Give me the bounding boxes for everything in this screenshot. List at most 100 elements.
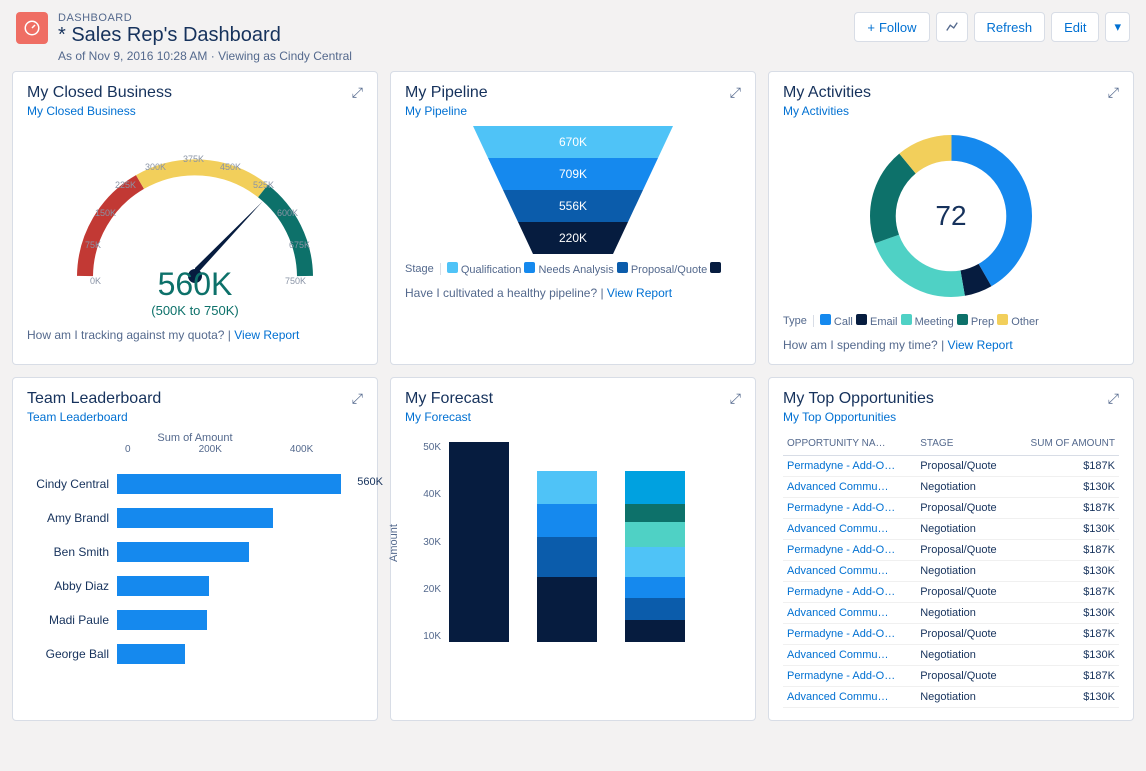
view-report-link[interactable]: View Report — [948, 338, 1013, 352]
table-row[interactable]: Advanced Commu…Negotiation$130K — [783, 645, 1119, 666]
card-title: My Activities — [783, 84, 871, 102]
stack-column — [537, 471, 597, 642]
svg-text:0K: 0K — [90, 276, 101, 286]
hbar-row: Madi Paule — [27, 607, 363, 633]
opp-name-cell[interactable]: Permadyne - Add-O… — [783, 666, 916, 687]
legend-swatch — [820, 314, 831, 325]
table-row[interactable]: Permadyne - Add-O…Proposal/Quote$187K — [783, 582, 1119, 603]
expand-icon[interactable]: ⤢ — [352, 390, 363, 407]
card-subtitle[interactable]: My Forecast — [405, 410, 493, 424]
table-header[interactable]: STAGE — [916, 432, 1013, 456]
edit-button[interactable]: Edit — [1051, 12, 1099, 42]
table-row[interactable]: Advanced Commu…Negotiation$130K — [783, 687, 1119, 708]
legend-label: Stage — [405, 263, 434, 275]
funnel-segment: 670K — [473, 126, 673, 158]
page-title: * Sales Rep's Dashboard — [58, 24, 352, 47]
opp-name-cell[interactable]: Permadyne - Add-O… — [783, 582, 916, 603]
hbar-row: Abby Diaz — [27, 573, 363, 599]
opp-name-cell[interactable]: Permadyne - Add-O… — [783, 456, 916, 477]
card-subtitle[interactable]: My Top Opportunities — [783, 410, 934, 424]
svg-text:600K: 600K — [277, 208, 298, 218]
opp-name-cell[interactable]: Permadyne - Add-O… — [783, 540, 916, 561]
svg-text:150K: 150K — [95, 208, 116, 218]
donut-center-value: 72 — [935, 200, 966, 232]
expand-icon[interactable]: ⤢ — [730, 390, 741, 407]
opp-name-cell[interactable]: Advanced Commu… — [783, 687, 916, 708]
axis-tick: 10K — [405, 631, 441, 642]
amount-cell: $187K — [1013, 498, 1119, 519]
expand-icon[interactable]: ⤢ — [730, 84, 741, 101]
hbar-row: Amy Brandl — [27, 505, 363, 531]
amount-cell: $187K — [1013, 624, 1119, 645]
table-row[interactable]: Advanced Commu…Negotiation$130K — [783, 561, 1119, 582]
axis-tick: 50K — [405, 442, 441, 453]
stage-cell: Negotiation — [916, 561, 1013, 582]
stack-segment — [625, 471, 685, 504]
card-pipeline: My Pipeline My Pipeline ⤢ 670K709K556K22… — [390, 71, 756, 365]
table-row[interactable]: Permadyne - Add-O…Proposal/Quote$187K — [783, 666, 1119, 687]
axis-tick: 400K — [290, 444, 313, 455]
amount-cell: $130K — [1013, 645, 1119, 666]
funnel-segment: 220K — [518, 222, 628, 254]
table-row[interactable]: Permadyne - Add-O…Proposal/Quote$187K — [783, 624, 1119, 645]
legend-item: Call — [834, 316, 853, 328]
expand-icon[interactable]: ⤢ — [1108, 390, 1119, 407]
opp-name-cell[interactable]: Permadyne - Add-O… — [783, 498, 916, 519]
bar-value: 560K — [357, 476, 383, 488]
dashboard-icon — [16, 12, 48, 44]
table-header[interactable]: SUM OF AMOUNT — [1013, 432, 1119, 456]
card-activities: My Activities My Activities ⤢ 72 Type Ca… — [768, 71, 1134, 365]
legend-label: Type — [783, 315, 807, 327]
chart-options-button[interactable] — [936, 12, 968, 42]
hbar-chart: Sum of Amount 0200K400K Cindy Central560… — [27, 432, 363, 667]
opp-name-cell[interactable]: Advanced Commu… — [783, 477, 916, 498]
table-row[interactable]: Advanced Commu…Negotiation$130K — [783, 477, 1119, 498]
expand-icon[interactable]: ⤢ — [352, 84, 363, 101]
stack-segment — [625, 598, 685, 620]
hbar-bar: 560K — [117, 474, 341, 494]
stack-segment — [625, 577, 685, 599]
card-title: My Forecast — [405, 390, 493, 408]
funnel-segment: 709K — [488, 158, 658, 190]
gauge-range: (500K to 750K) — [151, 303, 238, 318]
card-subtitle[interactable]: My Closed Business — [27, 104, 172, 118]
opp-name-cell[interactable]: Advanced Commu… — [783, 561, 916, 582]
view-report-link[interactable]: View Report — [234, 328, 299, 342]
expand-icon[interactable]: ⤢ — [1108, 84, 1119, 101]
gauge-chart: 0K 75K 150K 225K 300K 375K 450K 525K 600… — [27, 126, 363, 318]
card-question: How am I tracking against my quota? — [27, 328, 224, 342]
stage-cell: Proposal/Quote — [916, 666, 1013, 687]
table-row[interactable]: Permadyne - Add-O…Proposal/Quote$187K — [783, 456, 1119, 477]
more-menu-button[interactable]: ▾ — [1105, 12, 1130, 42]
stage-cell: Negotiation — [916, 645, 1013, 666]
table-row[interactable]: Advanced Commu…Negotiation$130K — [783, 603, 1119, 624]
table-row[interactable]: Permadyne - Add-O…Proposal/Quote$187K — [783, 498, 1119, 519]
legend-swatch — [617, 262, 628, 273]
stage-cell: Proposal/Quote — [916, 498, 1013, 519]
opp-name-cell[interactable]: Advanced Commu… — [783, 603, 916, 624]
opp-name-cell[interactable]: Advanced Commu… — [783, 645, 916, 666]
card-question: How am I spending my time? — [783, 338, 938, 352]
table-row[interactable]: Permadyne - Add-O…Proposal/Quote$187K — [783, 540, 1119, 561]
stack-segment — [625, 504, 685, 522]
card-subtitle[interactable]: My Pipeline — [405, 104, 488, 118]
card-subtitle[interactable]: My Activities — [783, 104, 871, 118]
table-header[interactable]: OPPORTUNITY NA… — [783, 432, 916, 456]
axis-tick: 0 — [125, 444, 131, 455]
legend-swatch — [524, 262, 535, 273]
table-row[interactable]: Advanced Commu…Negotiation$130K — [783, 519, 1119, 540]
stack-segment — [625, 547, 685, 576]
view-report-link[interactable]: View Report — [607, 286, 672, 300]
legend-swatch — [957, 314, 968, 325]
opp-name-cell[interactable]: Advanced Commu… — [783, 519, 916, 540]
card-closed-business: My Closed Business My Closed Business ⤢ … — [12, 71, 378, 365]
refresh-button[interactable]: Refresh — [974, 12, 1046, 42]
axis-tick: 200K — [199, 444, 222, 455]
card-subtitle[interactable]: Team Leaderboard — [27, 410, 161, 424]
axis-tick: 40K — [405, 489, 441, 500]
stage-cell: Proposal/Quote — [916, 540, 1013, 561]
follow-button[interactable]: +Follow — [854, 12, 929, 42]
card-forecast: My Forecast My Forecast ⤢ Amount 50K40K3… — [390, 377, 756, 721]
legend-swatch — [856, 314, 867, 325]
opp-name-cell[interactable]: Permadyne - Add-O… — [783, 624, 916, 645]
